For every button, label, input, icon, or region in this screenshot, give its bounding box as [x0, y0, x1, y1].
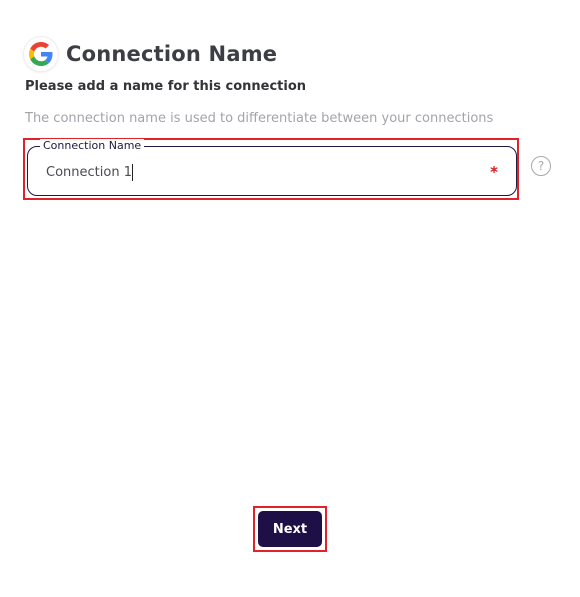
connection-name-input[interactable] — [46, 161, 466, 183]
connection-name-field-highlight: Connection Name * — [23, 138, 519, 200]
connection-name-field: Connection Name * — [27, 139, 517, 196]
page-title: Connection Name — [66, 42, 278, 66]
help-circle-icon[interactable]: ? — [531, 156, 551, 176]
next-button[interactable]: Next — [258, 511, 322, 547]
connection-name-page: Connection Name Please add a name for th… — [0, 0, 580, 597]
header: Connection Name — [24, 37, 277, 71]
required-asterisk: * — [490, 163, 498, 181]
section-description: The connection name is used to different… — [25, 111, 494, 126]
connection-name-label: Connection Name — [40, 139, 145, 153]
text-caret — [132, 164, 133, 181]
google-g-icon — [29, 42, 53, 66]
next-button-highlight: Next — [253, 506, 327, 552]
google-logo-icon — [24, 37, 58, 71]
section-subtitle: Please add a name for this connection — [25, 79, 307, 94]
